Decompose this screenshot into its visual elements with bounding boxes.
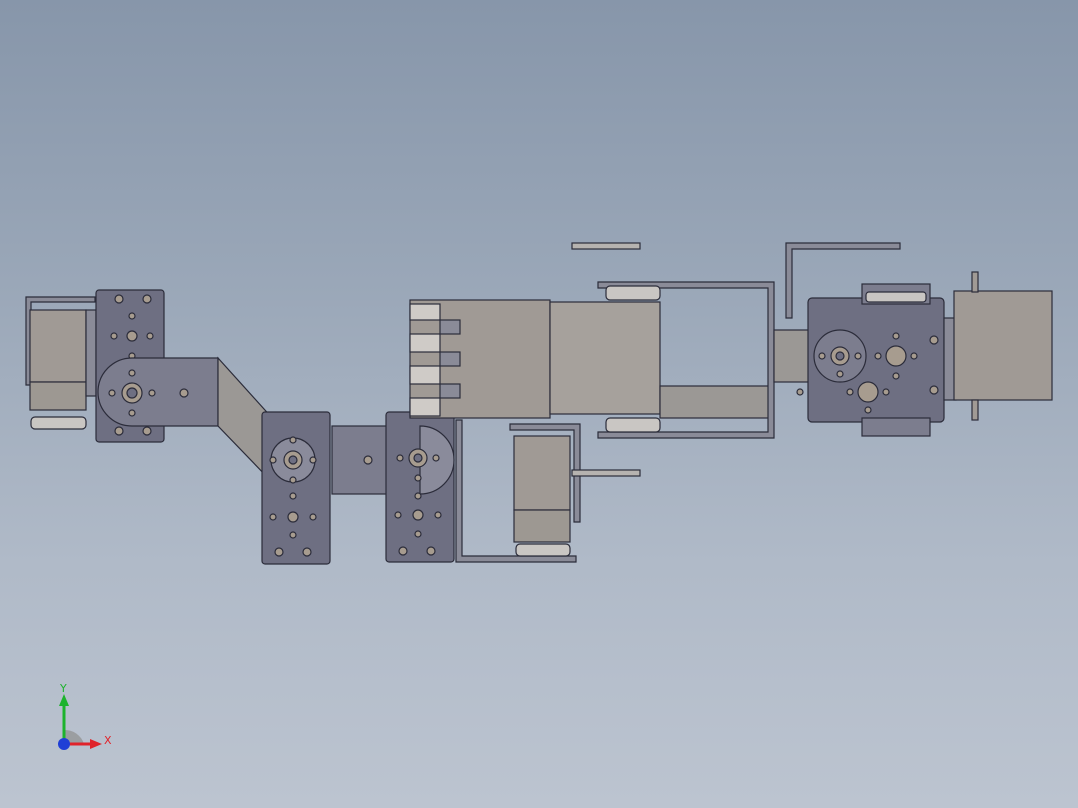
z-axis-icon [58,738,70,750]
triad-x-label: X [104,734,112,747]
left-gripper-servo[interactable] [25,296,97,430]
forearm-lower-servo[interactable] [509,423,641,557]
bracket-plate-wrist[interactable] [796,283,945,437]
servo-horn-link-1[interactable] [97,357,219,427]
robot-arm-model[interactable] [0,0,1078,808]
triad-y-label: Y [59,682,67,695]
end-servo-right[interactable] [943,271,1053,421]
forearm-body[interactable] [409,299,771,419]
cad-viewport[interactable]: Y X [0,0,1078,808]
coordinate-triad: Y X [58,682,112,750]
bracket-plate-middle[interactable] [261,411,331,565]
